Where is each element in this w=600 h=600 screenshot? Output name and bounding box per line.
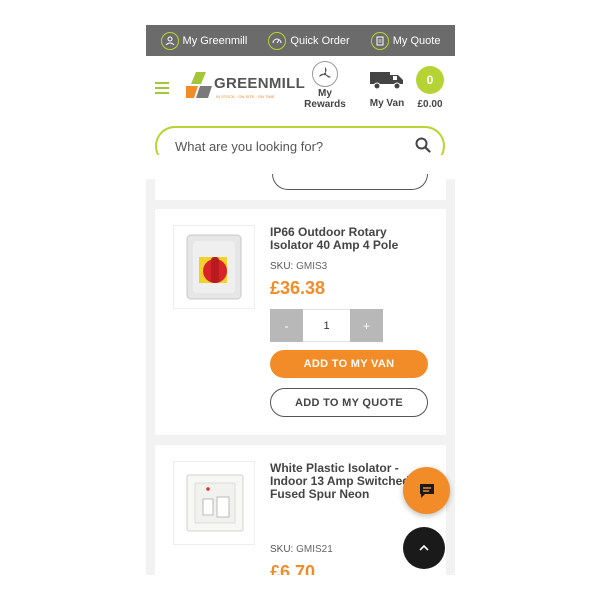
cart-button[interactable]: 0 £0.00 [412,66,448,110]
site-header: GREENMILL IN STOCK · ON SITE · ON TIME M… [146,56,455,119]
quantity-stepper: - 1 + [270,309,383,342]
my-van-label: My Van [369,98,405,109]
van-icon [370,72,403,90]
quick-order-link[interactable]: Quick Order [268,31,350,50]
top-bar: My Greenmill Quick Order My Quote [146,25,455,56]
my-rewards-label: My Rewards [304,88,346,110]
product-image[interactable] [173,461,255,545]
product-title[interactable]: IP66 Outdoor Rotary Isolator 40 Amp 4 Po… [270,226,430,252]
menu-icon[interactable] [155,82,169,94]
add-to-quote-button[interactable]: ADD TO MY QUOTE [270,388,428,417]
logo-tagline: IN STOCK · ON SITE · ON TIME [216,94,275,99]
scroll-to-top-button[interactable] [403,527,445,569]
rewards-fan-icon [312,61,338,87]
product-card: IP66 Outdoor Rotary Isolator 40 Amp 4 Po… [155,209,446,435]
fused-spur-image [186,474,244,532]
user-icon [160,31,179,50]
cart-count-badge: 0 [416,66,444,94]
add-to-van-button[interactable]: ADD TO MY VAN [270,350,428,378]
quantity-input[interactable]: 1 [303,309,350,342]
product-card: White Plastic Isolator - Indoor 13 Amp S… [155,445,446,575]
my-greenmill-label: My Greenmill [182,34,248,47]
my-rewards-button[interactable]: My Rewards [303,61,347,110]
sku-value: GMIS3 [296,261,328,272]
sku-value: GMIS21 [296,544,333,555]
greenmill-logo[interactable]: GREENMILL IN STOCK · ON SITE · ON TIME [186,70,306,106]
chat-icon [419,483,434,498]
product-price: £6.70 [270,562,316,575]
product-sku: SKU: GMIS3 [270,261,327,272]
add-to-quote-button-previous[interactable] [272,174,428,190]
product-sku: SKU: GMIS21 [270,544,333,555]
logo-mark-icon [186,72,212,98]
cart-total: £0.00 [417,99,443,110]
my-van-button[interactable]: My Van [364,70,410,109]
sku-label: SKU: [270,544,294,555]
quick-order-label: Quick Order [290,34,350,47]
product-price: £36.38 [270,278,326,298]
decrease-quantity-button[interactable]: - [270,309,303,342]
product-image[interactable] [173,225,255,309]
sku-label: SKU: [270,261,294,272]
increase-quantity-button[interactable]: + [350,309,383,342]
chat-button[interactable] [403,467,450,514]
document-icon [370,31,389,50]
search-input[interactable] [175,138,405,154]
product-card-previous [155,155,446,200]
rotary-isolator-image [186,234,242,300]
my-quote-label: My Quote [392,34,441,47]
logo-text: GREENMILL [214,75,306,92]
my-greenmill-link[interactable]: My Greenmill [160,31,248,50]
my-quote-link[interactable]: My Quote [370,31,441,50]
chevron-up-icon [419,544,429,551]
speedometer-icon [268,31,287,50]
